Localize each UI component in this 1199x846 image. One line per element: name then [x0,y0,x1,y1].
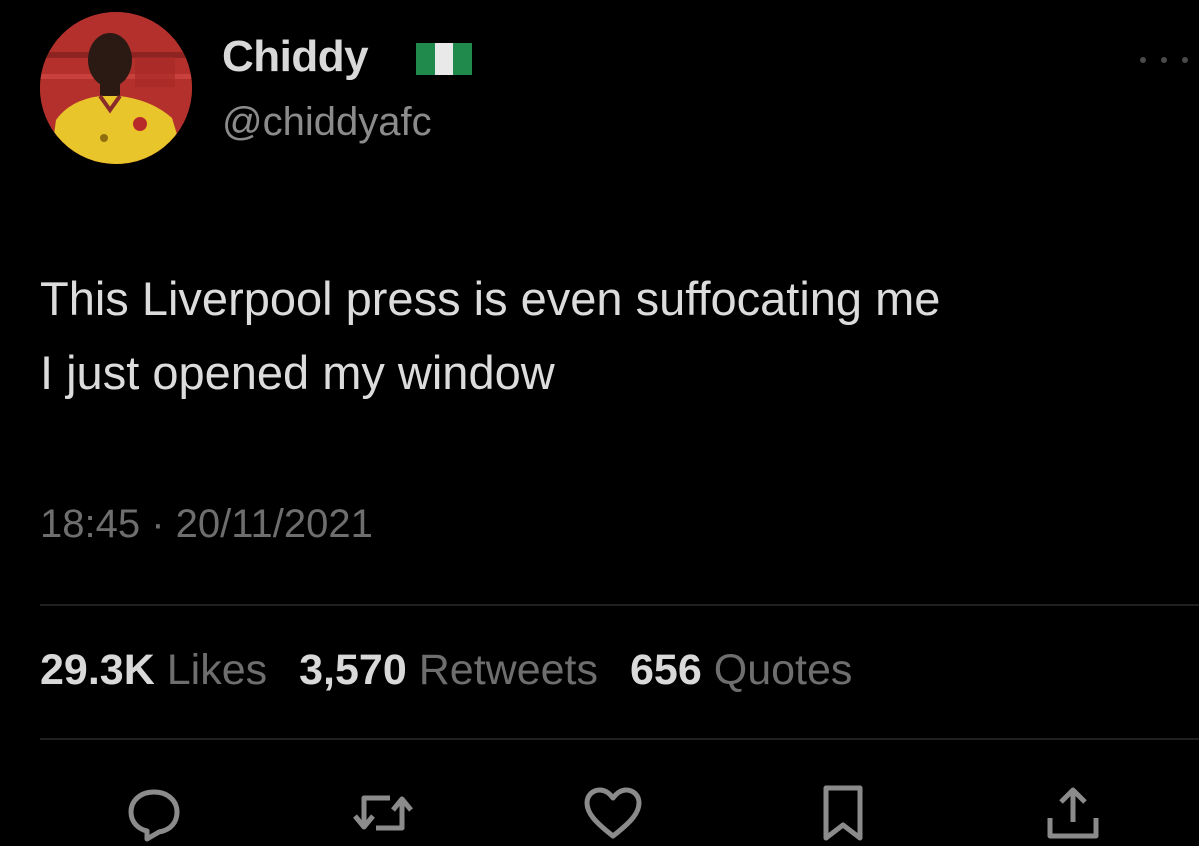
like-icon [584,787,642,839]
likes-count: 29.3K [40,646,155,694]
username-handle[interactable]: @chiddyafc [222,100,432,145]
share-button[interactable] [1040,780,1106,846]
likes-stat[interactable]: 29.3K Likes [40,646,267,695]
more-options-icon[interactable] [1140,48,1188,72]
nigeria-flag-icon [416,43,473,75]
tweet-text-line: I just opened my window [40,346,555,399]
reply-icon [128,789,180,842]
quotes-label: Quotes [713,646,853,694]
divider [40,738,1199,740]
retweets-label: Retweets [418,646,598,694]
retweet-icon [353,795,413,831]
display-name[interactable]: Chiddy [222,32,369,82]
tweet-text-line: This Liverpool press is even suffocating… [40,272,941,325]
avatar[interactable] [40,12,192,164]
likes-label: Likes [166,646,268,694]
retweets-count: 3,570 [299,646,407,694]
retweet-button[interactable] [350,780,416,846]
quotes-count: 656 [630,646,702,694]
bookmark-button[interactable] [810,780,876,846]
like-button[interactable] [580,780,646,846]
engagement-stats: 29.3K Likes 3,570 Retweets 656 Quotes [40,646,884,695]
tweet-card: Chiddy @chiddyafc This Liverpool press i… [0,0,1199,846]
reply-button[interactable] [121,780,187,846]
bookmark-icon [823,785,863,841]
action-bar [0,780,1199,846]
quotes-stat[interactable]: 656 Quotes [630,646,852,695]
share-icon [1047,787,1099,839]
tweet-text: This Liverpool press is even suffocating… [40,262,1190,410]
tweet-timestamp[interactable]: 18:45 · 20/11/2021 [40,502,373,547]
retweets-stat[interactable]: 3,570 Retweets [299,646,598,695]
divider [40,604,1199,606]
